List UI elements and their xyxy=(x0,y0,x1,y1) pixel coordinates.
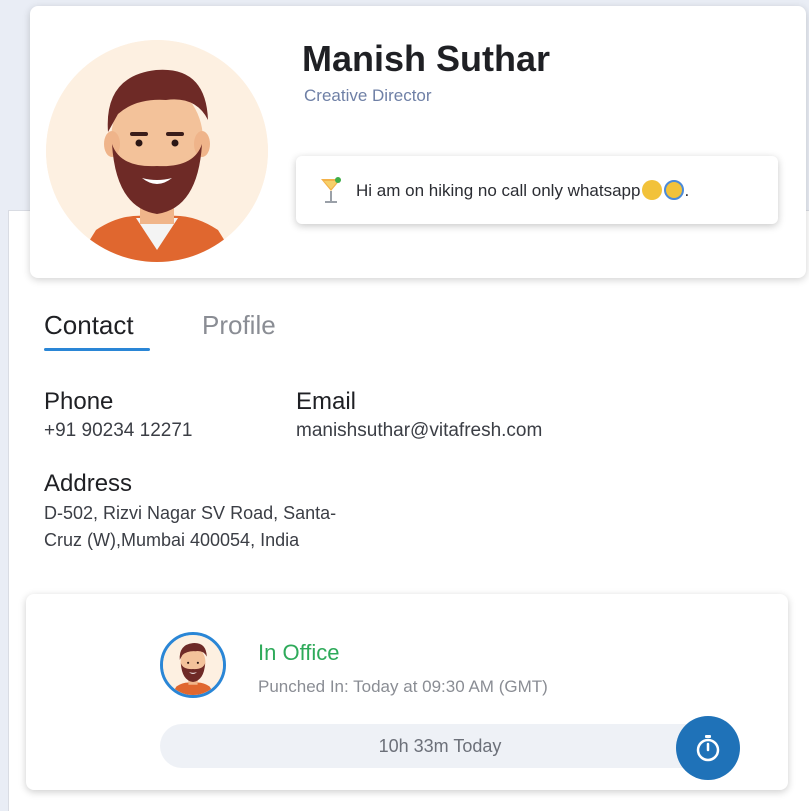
phone-label: Phone xyxy=(44,388,114,415)
tab-profile[interactable]: Profile xyxy=(202,310,276,341)
email-value: manishsuthar@vitafresh.com xyxy=(296,420,543,441)
attendance-avatar xyxy=(160,632,226,698)
status-message-box: Hi am on hiking no call only whatsapp. xyxy=(296,156,778,224)
address-line-2: Cruz (W),Mumbai 400054, India xyxy=(44,530,300,550)
grinning-emoji-icon xyxy=(642,179,663,200)
timer-button[interactable] xyxy=(676,716,740,780)
active-tab-indicator xyxy=(44,348,150,351)
profile-name: Manish Suthar xyxy=(302,38,551,79)
party-emoji-icon xyxy=(664,179,685,200)
cocktail-icon xyxy=(321,177,341,203)
attendance-status: In Office xyxy=(258,640,340,665)
status-message-text: Hi am on hiking no call only whatsapp. xyxy=(356,179,690,200)
phone-value: +91 90234 12271 xyxy=(44,420,193,441)
punched-in-time: Punched In: Today at 09:30 AM (GMT) xyxy=(258,677,548,696)
stopwatch-icon xyxy=(696,735,720,762)
profile-avatar xyxy=(46,40,268,262)
email-label: Email xyxy=(296,388,357,415)
worked-duration-text: 10h 33m Today xyxy=(378,735,502,756)
worked-duration-bar: 10h 33m Today xyxy=(160,724,720,768)
tab-contact[interactable]: Contact xyxy=(44,310,134,341)
address-label: Address xyxy=(44,470,133,497)
address-line-1: D-502, Rizvi Nagar SV Road, Santa- xyxy=(44,503,337,523)
profile-role: Creative Director xyxy=(304,86,432,105)
